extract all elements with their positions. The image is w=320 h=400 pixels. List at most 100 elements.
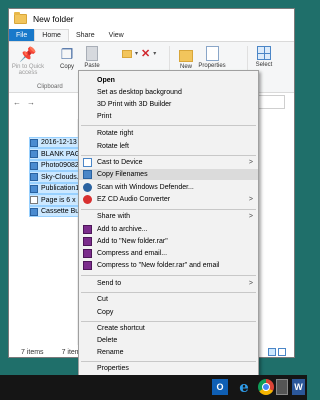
menu-item-label: Create shortcut bbox=[97, 325, 145, 332]
menu-item-create-shortcut[interactable]: Create shortcut bbox=[79, 323, 258, 334]
ez-cd-icon bbox=[83, 195, 92, 204]
menu-item-send-to[interactable]: Send to > bbox=[79, 278, 258, 289]
menu-item-label: Copy bbox=[97, 309, 114, 316]
image-file-icon bbox=[30, 173, 38, 182]
submenu-arrow-icon: > bbox=[248, 280, 253, 287]
properties-label: Properties bbox=[198, 63, 226, 69]
paste-icon bbox=[86, 46, 98, 61]
menu-item-cast-to-device[interactable]: Cast to Device > bbox=[79, 157, 258, 168]
menu-item-compress-and-email[interactable]: Compress and email... bbox=[79, 248, 258, 259]
details-view-icon[interactable] bbox=[268, 348, 276, 356]
menu-item-label: Share with bbox=[97, 213, 131, 220]
pin-to-quick-access-button[interactable]: 📌 Pin to Quick access bbox=[11, 45, 45, 77]
delete-icon[interactable]: ✕ bbox=[141, 47, 150, 60]
taskbar: O e W bbox=[0, 375, 307, 400]
paste-button[interactable]: Paste bbox=[79, 46, 105, 69]
menu-item-label: 3D Print with 3D Builder bbox=[97, 101, 172, 108]
tab-home[interactable]: Home bbox=[34, 29, 69, 41]
chevron-down-icon: ▾ bbox=[135, 51, 139, 57]
menu-item-properties[interactable]: Properties bbox=[79, 363, 258, 374]
menu-item-scan-defender[interactable]: Scan with Windows Defender... bbox=[79, 182, 258, 193]
properties-icon bbox=[205, 46, 219, 61]
menu-item-label: Add to "New folder.rar" bbox=[97, 238, 168, 245]
calculator-icon[interactable] bbox=[276, 379, 288, 395]
cast-icon bbox=[83, 158, 92, 167]
menu-item-label: Rotate left bbox=[97, 143, 129, 150]
menu-item-label: Set as desktop background bbox=[97, 89, 182, 96]
menu-item-add-to-rar[interactable]: Add to "New folder.rar" bbox=[79, 236, 258, 247]
copy-button[interactable]: ❐ Copy bbox=[54, 45, 80, 71]
image-file-icon bbox=[30, 150, 38, 159]
menu-item-copy-filenames[interactable]: Copy Filenames bbox=[79, 169, 258, 180]
tab-file[interactable]: File bbox=[9, 29, 35, 41]
winrar-icon bbox=[83, 249, 92, 258]
move-to-icon[interactable] bbox=[122, 49, 132, 58]
menu-item-3d-print[interactable]: 3D Print with 3D Builder bbox=[79, 99, 258, 110]
copy-label: Copy bbox=[59, 64, 74, 70]
image-file-icon bbox=[30, 207, 38, 216]
menu-item-print[interactable]: Print bbox=[79, 111, 258, 122]
pin-icon: 📌 bbox=[19, 45, 37, 62]
large-icons-view-icon[interactable] bbox=[278, 348, 286, 356]
menu-item-set-desktop-background[interactable]: Set as desktop background bbox=[79, 87, 258, 98]
menu-item-compress-to-rar-and-email[interactable]: Compress to "New folder.rar" and email bbox=[79, 260, 258, 271]
menu-item-rotate-right[interactable]: Rotate right bbox=[79, 128, 258, 139]
menu-separator bbox=[81, 321, 256, 322]
menu-item-add-to-archive[interactable]: Add to archive... bbox=[79, 224, 258, 235]
properties-button[interactable]: Properties bbox=[193, 46, 231, 69]
back-arrow-icon[interactable]: ← bbox=[13, 98, 21, 107]
menu-item-copy[interactable]: Copy bbox=[79, 307, 258, 318]
menu-item-label: Properties bbox=[97, 365, 129, 372]
folder-icon bbox=[14, 12, 27, 24]
menu-item-rotate-left[interactable]: Rotate left bbox=[79, 141, 258, 152]
ribbon-tabs: File Home Share View bbox=[9, 29, 294, 41]
menu-item-label: Cast to Device bbox=[97, 159, 143, 166]
submenu-arrow-icon: > bbox=[248, 159, 253, 166]
menu-item-label: Send to bbox=[97, 280, 122, 287]
menu-item-cut[interactable]: Cut bbox=[79, 294, 258, 305]
menu-separator bbox=[81, 155, 256, 156]
winrar-icon bbox=[83, 225, 92, 234]
menu-item-ez-cd-audio-converter[interactable]: EZ CD Audio Converter > bbox=[79, 194, 258, 205]
windows-defender-icon bbox=[83, 183, 92, 192]
publisher-file-icon bbox=[30, 184, 38, 193]
tab-view[interactable]: View bbox=[102, 29, 131, 41]
navigation-pane bbox=[9, 110, 27, 346]
menu-separator bbox=[81, 361, 256, 362]
menu-item-open[interactable]: Open bbox=[79, 75, 258, 86]
word-icon[interactable]: W bbox=[292, 379, 305, 395]
submenu-arrow-icon: > bbox=[248, 213, 253, 220]
forward-arrow-icon[interactable]: → bbox=[27, 98, 35, 107]
menu-item-rename[interactable]: Rename bbox=[79, 347, 258, 358]
view-toggle bbox=[268, 348, 286, 356]
menu-item-label: Delete bbox=[97, 337, 118, 344]
select-button[interactable]: Select bbox=[251, 46, 277, 68]
image-file-icon bbox=[30, 138, 38, 147]
menu-separator bbox=[81, 209, 256, 210]
select-icon bbox=[257, 46, 271, 60]
menu-item-label: Add to archive... bbox=[97, 226, 148, 233]
menu-separator bbox=[81, 275, 256, 276]
outlook-icon[interactable]: O bbox=[212, 379, 228, 395]
new-folder-icon bbox=[179, 50, 193, 62]
clipboard-group-label: Clipboard bbox=[37, 84, 63, 90]
menu-item-delete[interactable]: Delete bbox=[79, 335, 258, 346]
menu-item-label: Cut bbox=[97, 296, 108, 303]
menu-separator bbox=[81, 292, 256, 293]
chrome-icon[interactable] bbox=[258, 379, 274, 395]
submenu-arrow-icon: > bbox=[248, 196, 253, 203]
copy-icon: ❐ bbox=[60, 45, 74, 62]
organize-group: ▾ ✕ ▾ bbox=[122, 47, 156, 60]
tab-share[interactable]: Share bbox=[69, 29, 102, 41]
document-file-icon bbox=[30, 196, 38, 205]
menu-item-label: Scan with Windows Defender... bbox=[97, 184, 194, 191]
select-label: Select bbox=[255, 62, 273, 68]
menu-item-label: Copy Filenames bbox=[97, 171, 148, 178]
title-bar: New folder bbox=[9, 9, 294, 29]
winrar-icon bbox=[83, 237, 92, 246]
menu-item-label: Compress and email... bbox=[97, 250, 168, 257]
menu-item-share-with[interactable]: Share with > bbox=[79, 211, 258, 222]
internet-explorer-icon[interactable]: e bbox=[236, 378, 252, 396]
image-file-icon bbox=[30, 161, 38, 170]
menu-item-label: Open bbox=[97, 77, 115, 84]
